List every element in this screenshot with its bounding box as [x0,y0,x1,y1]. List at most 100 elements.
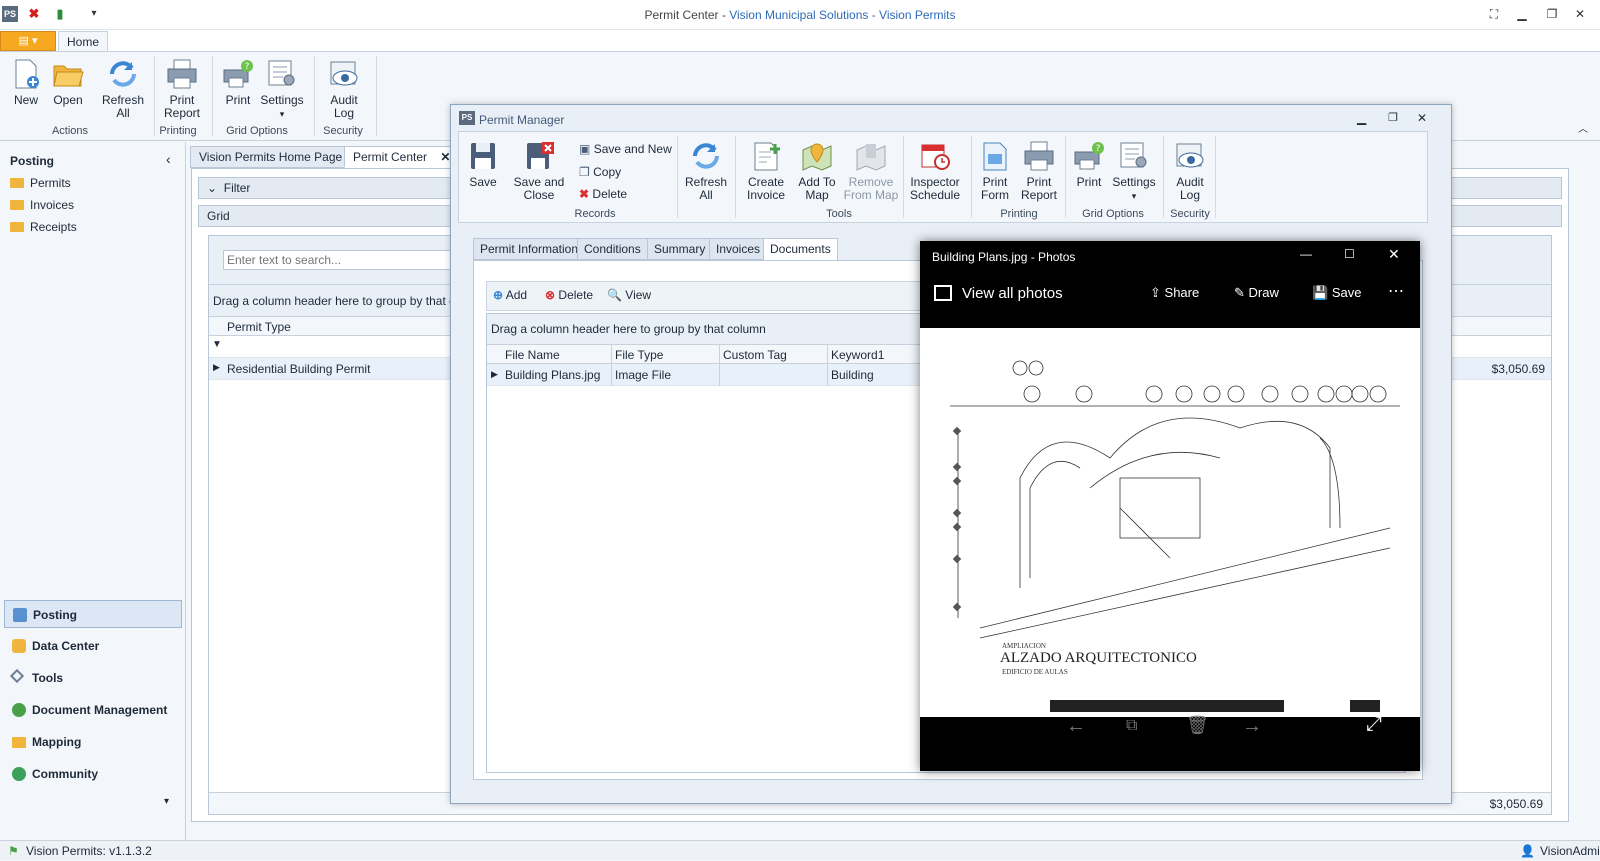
pm-print-button[interactable]: ? Print [1071,140,1107,189]
status-bar: ⚑ Vision Permits: v1.1.3.2 👤 VisionAdmin [0,840,1600,860]
doc-delete-button[interactable]: ⊗ Delete [545,288,593,302]
minimize-icon[interactable]: ▁ [1514,7,1530,21]
column-header-keyword1[interactable]: Keyword1 [831,348,884,362]
settings-icon [1120,142,1147,168]
settings-icon [268,60,295,86]
tab-permit-center[interactable]: Permit Center ✕ [344,146,460,168]
view-all-photos-button[interactable]: View all photos [934,285,1063,302]
nav-item-permits[interactable]: Permits [10,176,71,190]
nav-section-data-center[interactable]: Data Center [4,632,182,660]
group-label-grid-options: Grid Options [226,125,288,137]
open-folder-icon [53,65,84,87]
pm-print-form-button[interactable]: Print Form [975,140,1015,202]
refresh-all-button[interactable]: Refresh All [98,58,148,120]
pm-copy-button[interactable]: ❐ Copy [579,165,621,179]
user-label: VisionAdmin [1540,844,1600,858]
delete-x-icon: ✖ [579,187,590,201]
drawing-subtitle: EDIFICIO DE AULAS [1002,668,1068,676]
version-label: Vision Permits: v1.1.3.2 [26,844,152,858]
search-input[interactable] [223,250,463,270]
building-plan-image[interactable]: AMPLIACION ALZADO ARQUITECTONICO EDIFICI… [920,328,1420,717]
restore-icon[interactable]: ❐ [1388,111,1398,124]
collapse-nav-icon[interactable]: ‹ [166,151,171,167]
tab-permit-information[interactable]: Permit Information [473,238,586,260]
minimize-icon[interactable]: ▁ [1357,111,1366,125]
pm-refresh-all-button[interactable]: Refresh All [683,140,729,202]
app-menu-button[interactable]: ▤ ▾ [0,31,56,51]
pm-print-report-button[interactable]: Print Report [1017,140,1061,202]
drawing-title: ALZADO ARQUITECTONICO [1000,650,1197,666]
nav-section-mapping[interactable]: Mapping [4,728,182,756]
doc-view-button[interactable]: 🔍 View [607,288,651,302]
globe-icon [12,767,26,781]
slideshow-icon[interactable]: ⧉ [1126,717,1137,735]
folder-icon [10,178,24,188]
nav-section-document-management[interactable]: Document Management [4,696,182,724]
nav-section-community[interactable]: Community [4,760,182,788]
nav-item-receipts[interactable]: Receipts [10,220,77,234]
pm-save-close-button[interactable]: Save and Close [513,140,565,202]
close-icon[interactable]: ✕ [1417,111,1427,125]
column-header-file-type[interactable]: File Type [615,348,663,362]
audit-log-button[interactable]: Audit Log [322,58,366,120]
tab-summary[interactable]: Summary [647,238,713,260]
pm-audit-log-button[interactable]: Audit Log [1169,140,1211,202]
pm-save-button[interactable]: Save [465,140,501,189]
close-icon[interactable]: ✕ [1388,246,1400,263]
nav-section-tools[interactable]: Tools [4,664,182,692]
tab-documents[interactable]: Documents [763,238,838,261]
printer-icon [167,59,197,89]
new-button[interactable]: New [8,58,44,107]
previous-arrow-icon[interactable]: ← [1066,715,1086,738]
tab-conditions[interactable]: Conditions [577,238,648,260]
group-label-printing: Printing [159,125,197,137]
collapse-ribbon-icon[interactable]: ︿ [1578,120,1588,135]
expand-row-icon[interactable]: ▶ [213,362,220,373]
print-report-button[interactable]: Print Report [160,58,204,120]
fullscreen-icon[interactable]: ⛶ [1486,7,1502,21]
column-header-permit-type[interactable]: Permit Type [227,320,291,334]
doc-add-button[interactable]: ⊕ Add [493,288,527,302]
nav-section-posting[interactable]: Posting [4,600,182,628]
nav-overflow-icon[interactable]: ▾ [164,796,169,807]
settings-button[interactable]: Settings ▾ [260,58,304,121]
restore-icon[interactable]: ❐ [1544,7,1560,21]
grid-print-button[interactable]: ? Print [220,58,256,107]
folder-icon [12,737,26,748]
user-icon: 👤 [1520,844,1535,858]
more-options-icon[interactable]: ⋯ [1388,281,1404,301]
expand-icon[interactable]: ⤢ [1366,713,1382,736]
group-label-security: Security [323,125,363,137]
pm-remove-from-map-button[interactable]: Remove From Map [843,140,899,202]
group-label-actions: Actions [51,125,89,137]
column-header-file-name[interactable]: File Name [505,348,560,362]
share-button[interactable]: ⇪ Share [1150,285,1199,301]
minimize-icon[interactable]: — [1300,247,1312,261]
trash-icon[interactable]: 🗑 [1186,715,1209,736]
ribbon-tab-row [0,30,1600,52]
pm-inspector-schedule-button[interactable]: Inspector Schedule [907,140,963,202]
pm-save-new-button[interactable]: ▣ Save and New [579,142,672,156]
close-tab-icon[interactable]: ✕ [440,150,450,164]
photos-icon [934,285,952,301]
draw-button[interactable]: ✎ Draw [1234,285,1279,301]
tab-invoices[interactable]: Invoices [709,238,768,260]
open-button[interactable]: Open [50,58,86,107]
calendar-clock-icon [921,144,950,170]
pm-settings-button[interactable]: Settings ▾ [1111,140,1157,203]
left-navigation: Posting ‹ Permits Invoices Receipts Post… [0,142,186,840]
permit-manager-title: Permit Manager [479,113,565,127]
expand-row-icon[interactable]: ▶ [491,369,498,380]
pm-add-to-map-button[interactable]: Add To Map [795,140,839,202]
pm-create-invoice-button[interactable]: Create Invoice [741,140,791,202]
nav-item-invoices[interactable]: Invoices [10,198,74,212]
next-arrow-icon[interactable]: → [1242,715,1262,738]
column-header-custom-tag[interactable]: Custom Tag [723,348,787,362]
close-icon[interactable]: ✕ [1572,7,1588,21]
maximize-icon[interactable]: ☐ [1344,247,1355,261]
save-button[interactable]: 💾 Save [1312,285,1361,301]
pm-delete-button[interactable]: ✖ Delete [579,187,627,201]
group-label-printing: Printing [1000,208,1038,220]
tab-home[interactable]: Home [58,31,108,52]
tab-home-page[interactable]: Vision Permits Home Page [190,146,352,168]
